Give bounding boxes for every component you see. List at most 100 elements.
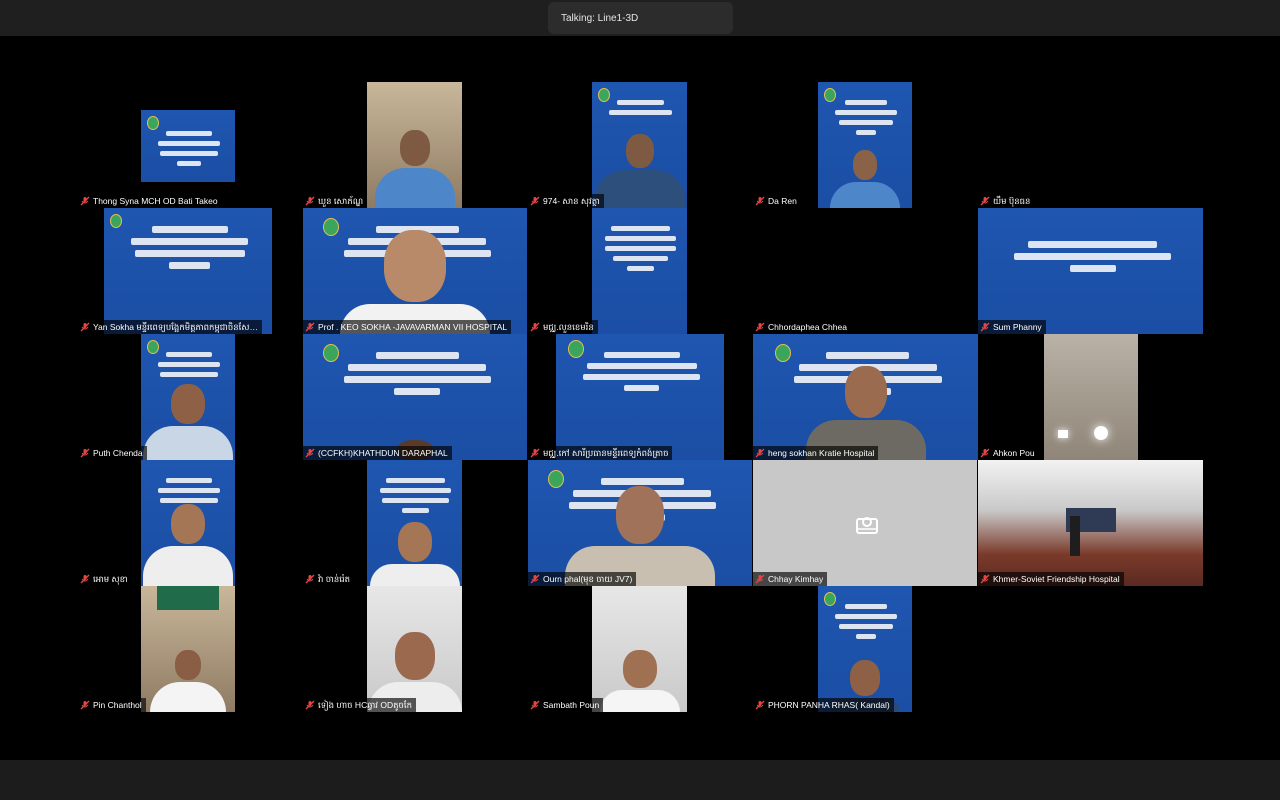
participant-person [594, 134, 685, 208]
participant-video [818, 82, 912, 208]
participant-name: Thong Syna MCH OD Bati Takeo [93, 196, 218, 206]
participant-name: Sambath Poun [543, 700, 600, 710]
participant-tile[interactable]: វ៉ា ចាន់រ៉េត [303, 460, 528, 586]
participant-name: ទៀង ហាច HCឆ្វាវ ODតូចកែ [318, 700, 412, 710]
mic-off-icon [80, 196, 90, 206]
participant-tile[interactable]: Thong Syna MCH OD Bati Takeo [78, 82, 303, 208]
participant-tile[interactable]: មជ្ឈ.លួនខេមរិន [528, 208, 753, 334]
participant-video [141, 334, 235, 460]
participant-label: Ahkon Pou [978, 446, 1039, 460]
participant-video [556, 334, 724, 460]
participant-tile[interactable]: Pin Chanthol [78, 586, 303, 712]
participant-label: 974- សាន សុវត្ថា [528, 194, 604, 208]
participant-tile[interactable]: Yan Sokha មន្ទីរពេទ្យបង្អែកមិត្តភាពកម្ពុ… [78, 208, 303, 334]
participant-tile[interactable]: Prof . KEO SOKHA -JAVAVARMAN VII HOSPITA… [303, 208, 528, 334]
banner [157, 586, 219, 610]
slide-text [377, 473, 455, 518]
slide-text [602, 95, 680, 120]
mic-off-icon [530, 448, 540, 458]
participant-label: វ៉ា ចាន់រ៉េត [303, 572, 355, 586]
mic-off-icon [305, 448, 315, 458]
participant-person [150, 650, 226, 712]
participant-video [978, 208, 1203, 334]
participant-name: Chhordaphea Chhea [768, 322, 847, 332]
participant-video [141, 586, 235, 712]
mic-off-icon [980, 196, 990, 206]
participant-label: Sum Phanny [978, 320, 1046, 334]
mic-off-icon [80, 322, 90, 332]
participant-tile[interactable]: Da Ren [753, 82, 978, 208]
slide-text [325, 347, 509, 400]
participant-name: Puth Chenda [93, 448, 143, 458]
participant-tile[interactable]: Sum Phanny [978, 208, 1203, 334]
participant-video [753, 460, 977, 586]
mic-off-icon [530, 700, 540, 710]
participant-tile[interactable]: អោម សុខា [78, 460, 303, 586]
mic-off-icon [530, 574, 540, 584]
participant-label: Chhay Kimhay [753, 572, 828, 586]
mic-off-icon [980, 322, 990, 332]
participant-label: heng sokhan Kratie Hospital [753, 446, 879, 460]
participant-tile[interactable]: យឹម ប៊ុនធន [978, 82, 1203, 208]
participant-tile[interactable]: Puth Chenda [78, 334, 303, 460]
participant-tile[interactable]: heng sokhan Kratie Hospital [753, 334, 978, 460]
participant-label: Chhordaphea Chhea [753, 320, 851, 334]
participant-video [367, 586, 462, 712]
slide-text [602, 221, 680, 276]
participant-tile[interactable]: ទៀង ហាច HCឆ្វាវ ODតូចកែ [303, 586, 528, 712]
participant-tile[interactable]: PHORN PANHA RHAS( Kandal) [753, 586, 978, 712]
participant-video [592, 82, 687, 208]
participant-label: (CCFKH)KHATHDUN DARAPHAL [303, 446, 452, 460]
participant-label: Khmer-Soviet Friendship Hospital [978, 572, 1124, 586]
participant-name: ឃួន សោភ័ណ្ឌ [318, 196, 364, 206]
participant-name: វ៉ា ចាន់រ៉េត [318, 574, 351, 584]
mic-off-icon [80, 574, 90, 584]
participant-person [143, 384, 233, 460]
participant-tile[interactable]: 974- សាន សុវត្ថា [528, 82, 753, 208]
mic-off-icon [755, 574, 765, 584]
participant-label: Thong Syna MCH OD Bati Takeo [78, 194, 222, 208]
participant-tile[interactable]: Chhordaphea Chhea [753, 208, 978, 334]
participant-person [369, 522, 460, 586]
participant-name: មជ្ឈ.កៅ សារីប្រធានមន្ទីរពេទ្យកំពង់ត្រាច [543, 448, 669, 458]
talking-label: Talking: Line1-3D [561, 12, 639, 24]
participant-name: Prof . KEO SOKHA -JAVAVARMAN VII HOSPITA… [318, 322, 508, 332]
participant-tile[interactable]: ឃួន សោភ័ណ្ឌ [303, 82, 528, 208]
participant-video [818, 586, 912, 712]
participant-name: មជ្ឈ.លួនខេមរិន [543, 322, 594, 332]
participant-name: Khmer-Soviet Friendship Hospital [993, 574, 1120, 584]
mic-off-icon [80, 700, 90, 710]
participant-video [303, 208, 527, 334]
participant-label: Sambath Poun [528, 698, 604, 712]
talking-indicator: Talking: Line1-3D [548, 2, 733, 34]
participant-tile[interactable]: Sambath Poun [528, 586, 753, 712]
mic-off-icon [980, 448, 990, 458]
mic-off-icon [980, 574, 990, 584]
participant-video [367, 460, 462, 586]
participant-video [592, 208, 687, 334]
participant-label: យឹម ប៊ុនធន [978, 194, 1035, 208]
slide-text [150, 126, 227, 171]
participant-name: Yan Sokha មន្ទីរពេទ្យបង្អែកមិត្តភាពកម្ពុ… [93, 322, 258, 332]
participant-person [340, 230, 490, 334]
participant-name: Ahkon Pou [993, 448, 1035, 458]
mic-off-icon [755, 322, 765, 332]
participant-label: អោម សុខា [78, 572, 132, 586]
participant-tile[interactable]: មជ្ឈ.កៅ សារីប្រធានមន្ទីរពេទ្យកំពង់ត្រាច [528, 334, 753, 460]
participant-tile[interactable]: (CCFKH)KHATHDUN DARAPHAL [303, 334, 528, 460]
participant-name: Ourn phal(មុខ ចាយ JV7) [543, 574, 633, 584]
participant-name: (CCFKH)KHATHDUN DARAPHAL [318, 448, 448, 458]
participant-tile[interactable]: Ourn phal(មុខ ចាយ JV7) [528, 460, 753, 586]
participant-tile[interactable]: Chhay Kimhay [753, 460, 978, 586]
participant-tile[interactable]: Ahkon Pou [978, 334, 1203, 460]
participant-tile[interactable]: Khmer-Soviet Friendship Hospital [978, 460, 1203, 586]
participant-person [374, 130, 455, 208]
participant-label: Pin Chanthol [78, 698, 146, 712]
participant-video [1044, 334, 1138, 460]
participant-person [830, 150, 900, 208]
participant-name: Chhay Kimhay [768, 574, 824, 584]
participant-video [141, 460, 235, 586]
mic-off-icon [755, 448, 765, 458]
participant-person [565, 486, 715, 586]
top-bar: Talking: Line1-3D [0, 0, 1280, 36]
